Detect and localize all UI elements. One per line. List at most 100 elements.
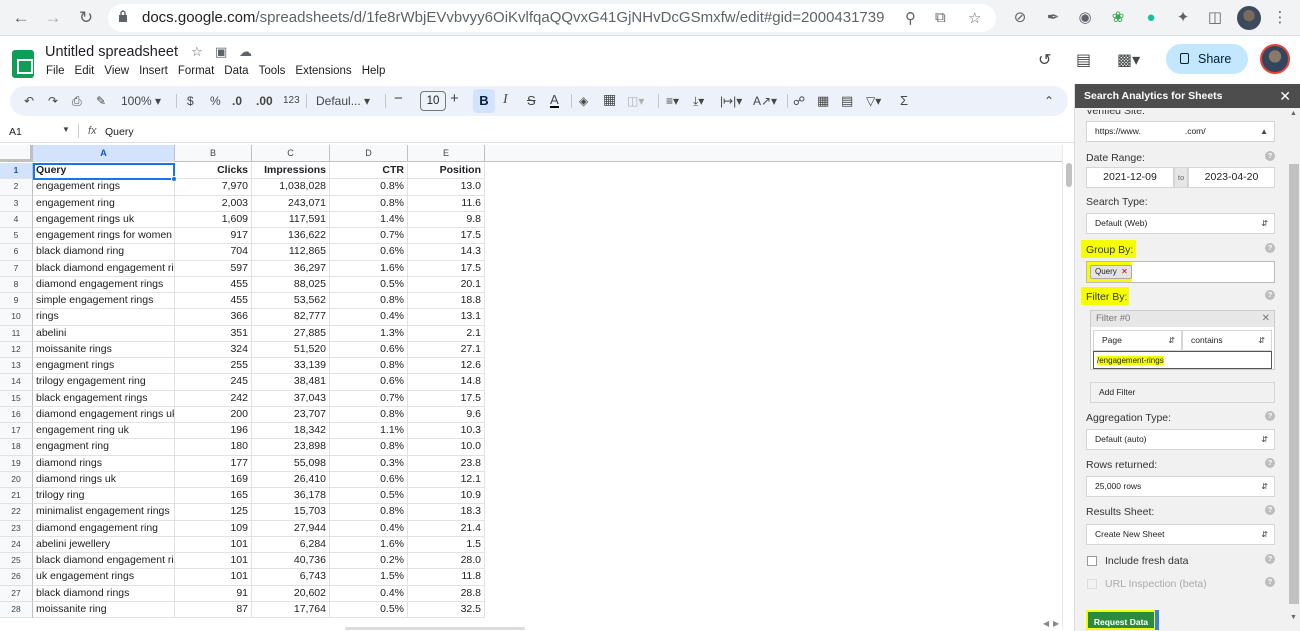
cell-ctr[interactable]: 0.4%: [330, 585, 408, 602]
menu-help[interactable]: Help: [362, 65, 386, 77]
help-icon[interactable]: ?: [1265, 411, 1275, 421]
cell-position[interactable]: 9.6: [408, 406, 485, 423]
empty-cells[interactable]: [485, 244, 1062, 260]
cell-ctr[interactable]: 1.5%: [330, 569, 408, 586]
empty-cells[interactable]: [485, 423, 1062, 439]
comments-icon[interactable]: ▤: [1076, 50, 1091, 70]
cell-impressions[interactable]: 18,342: [252, 423, 330, 440]
camera-icon[interactable]: ◉: [1075, 8, 1095, 28]
cell-impressions[interactable]: 23,707: [252, 406, 330, 423]
add-filter-button[interactable]: Add Filter: [1090, 382, 1275, 403]
close-icon[interactable]: ✕: [1279, 84, 1291, 108]
filter-operator-select[interactable]: contains ⇵: [1182, 330, 1272, 351]
cell-query[interactable]: black engagement rings: [33, 390, 175, 407]
bookmark-star-icon[interactable]: ☆: [968, 9, 981, 27]
query-chip[interactable]: Query ✕: [1090, 265, 1132, 279]
cell-query[interactable]: diamond rings uk: [33, 471, 175, 488]
cell-clicks[interactable]: 101: [175, 536, 252, 553]
cell-ctr[interactable]: 0.6%: [330, 471, 408, 488]
cell-impressions[interactable]: Impressions: [252, 163, 330, 180]
address-bar[interactable]: docs.google.com/spreadsheets/d/1fe8rWbjE…: [108, 4, 996, 32]
cell-query[interactable]: minimalist engagement rings: [33, 504, 175, 521]
cell-ctr[interactable]: 0.2%: [330, 553, 408, 570]
cell-query[interactable]: engagement rings for women: [33, 228, 175, 245]
cell-query[interactable]: engagment ring: [33, 439, 175, 456]
help-icon[interactable]: ?: [1265, 505, 1275, 515]
row-header[interactable]: 11: [0, 325, 33, 342]
cell-query[interactable]: diamond engagement ring: [33, 520, 175, 537]
vertical-scrollbar[interactable]: [1062, 145, 1074, 629]
cell-position[interactable]: 10.0: [408, 439, 485, 456]
text-rotation-icon[interactable]: A↗▾: [753, 93, 777, 109]
help-icon[interactable]: ?: [1265, 243, 1275, 253]
font-select[interactable]: Defaul... ▾: [316, 93, 370, 109]
row-header[interactable]: 12: [0, 341, 33, 358]
share-button[interactable]: Share: [1166, 44, 1248, 74]
empty-cells[interactable]: [485, 553, 1062, 569]
cell-query[interactable]: abelini: [33, 325, 175, 342]
empty-cells[interactable]: [485, 504, 1062, 520]
bold-button[interactable]: B: [473, 89, 495, 113]
results-sheet-select[interactable]: Create New Sheet ⇵: [1086, 524, 1275, 545]
empty-cells[interactable]: [485, 179, 1062, 195]
cell-query[interactable]: black diamond ring: [33, 244, 175, 261]
cell-impressions[interactable]: 26,410: [252, 471, 330, 488]
menu-file[interactable]: File: [46, 65, 65, 77]
row-header[interactable]: 21: [0, 488, 33, 505]
date-from-input[interactable]: 2021-12-09: [1086, 167, 1174, 188]
forward-arrow-icon[interactable]: →: [42, 7, 64, 29]
empty-cells[interactable]: [485, 358, 1062, 374]
rows-returned-select[interactable]: 25,000 rows ⇵: [1086, 476, 1275, 497]
help-icon[interactable]: ?: [1265, 554, 1275, 564]
cell-impressions[interactable]: 117,591: [252, 211, 330, 228]
cell-position[interactable]: 11.6: [408, 195, 485, 212]
cell-clicks[interactable]: 101: [175, 569, 252, 586]
cell-clicks[interactable]: 597: [175, 260, 252, 277]
cell-query[interactable]: trilogy ring: [33, 488, 175, 505]
cell-position[interactable]: Position: [408, 163, 485, 180]
star-icon[interactable]: ☆: [191, 44, 203, 60]
row-header[interactable]: 26: [0, 569, 33, 586]
row-header[interactable]: 7: [0, 260, 33, 277]
cell-clicks[interactable]: 242: [175, 390, 252, 407]
cell-ctr[interactable]: 0.7%: [330, 228, 408, 245]
cell-impressions[interactable]: 37,043: [252, 390, 330, 407]
row-header[interactable]: 14: [0, 374, 33, 391]
version-history-icon[interactable]: ↺: [1038, 50, 1051, 70]
fill-handle[interactable]: [171, 176, 177, 182]
cell-ctr[interactable]: 0.6%: [330, 374, 408, 391]
cell-clicks[interactable]: 1,609: [175, 211, 252, 228]
vertical-align-icon[interactable]: ⤓▾: [693, 93, 704, 109]
cell-clicks[interactable]: 455: [175, 293, 252, 310]
menu-view[interactable]: View: [104, 65, 129, 77]
cell-position[interactable]: 10.3: [408, 423, 485, 440]
currency-format-button[interactable]: $: [187, 93, 194, 109]
verified-site-select[interactable]: https://www. .com/ ▲: [1086, 121, 1275, 142]
extensions-puzzle-icon[interactable]: ✦: [1173, 8, 1193, 28]
empty-cells[interactable]: [485, 326, 1062, 342]
increase-font-size-button[interactable]: +: [450, 91, 459, 107]
cell-clicks[interactable]: 101: [175, 553, 252, 570]
cell-ctr[interactable]: 1.6%: [330, 536, 408, 553]
cell-impressions[interactable]: 51,520: [252, 341, 330, 358]
merge-cells-icon[interactable]: ◫▾: [627, 93, 644, 109]
cell-impressions[interactable]: 136,622: [252, 228, 330, 245]
cell-impressions[interactable]: 6,743: [252, 569, 330, 586]
cell-ctr[interactable]: 0.8%: [330, 195, 408, 212]
cell-position[interactable]: 21.4: [408, 520, 485, 537]
cell-clicks[interactable]: 196: [175, 423, 252, 440]
url-inspection-checkbox[interactable]: [1087, 579, 1097, 589]
cell-query[interactable]: uk engagement rings: [33, 569, 175, 586]
cell-position[interactable]: 18.8: [408, 293, 485, 310]
text-wrap-icon[interactable]: |↦|▾: [720, 93, 742, 109]
undo-icon[interactable]: ↶: [24, 93, 34, 109]
cell-impressions[interactable]: 36,297: [252, 260, 330, 277]
functions-icon[interactable]: Σ: [900, 93, 908, 109]
cell-impressions[interactable]: 40,736: [252, 553, 330, 570]
cell-position[interactable]: 13.1: [408, 309, 485, 326]
cell-impressions[interactable]: 36,178: [252, 488, 330, 505]
insert-comment-icon[interactable]: ▦: [817, 93, 829, 109]
scroll-right-icon[interactable]: ▶: [1053, 619, 1059, 628]
cell-ctr[interactable]: 0.5%: [330, 601, 408, 618]
cell-ctr[interactable]: 0.8%: [330, 179, 408, 196]
